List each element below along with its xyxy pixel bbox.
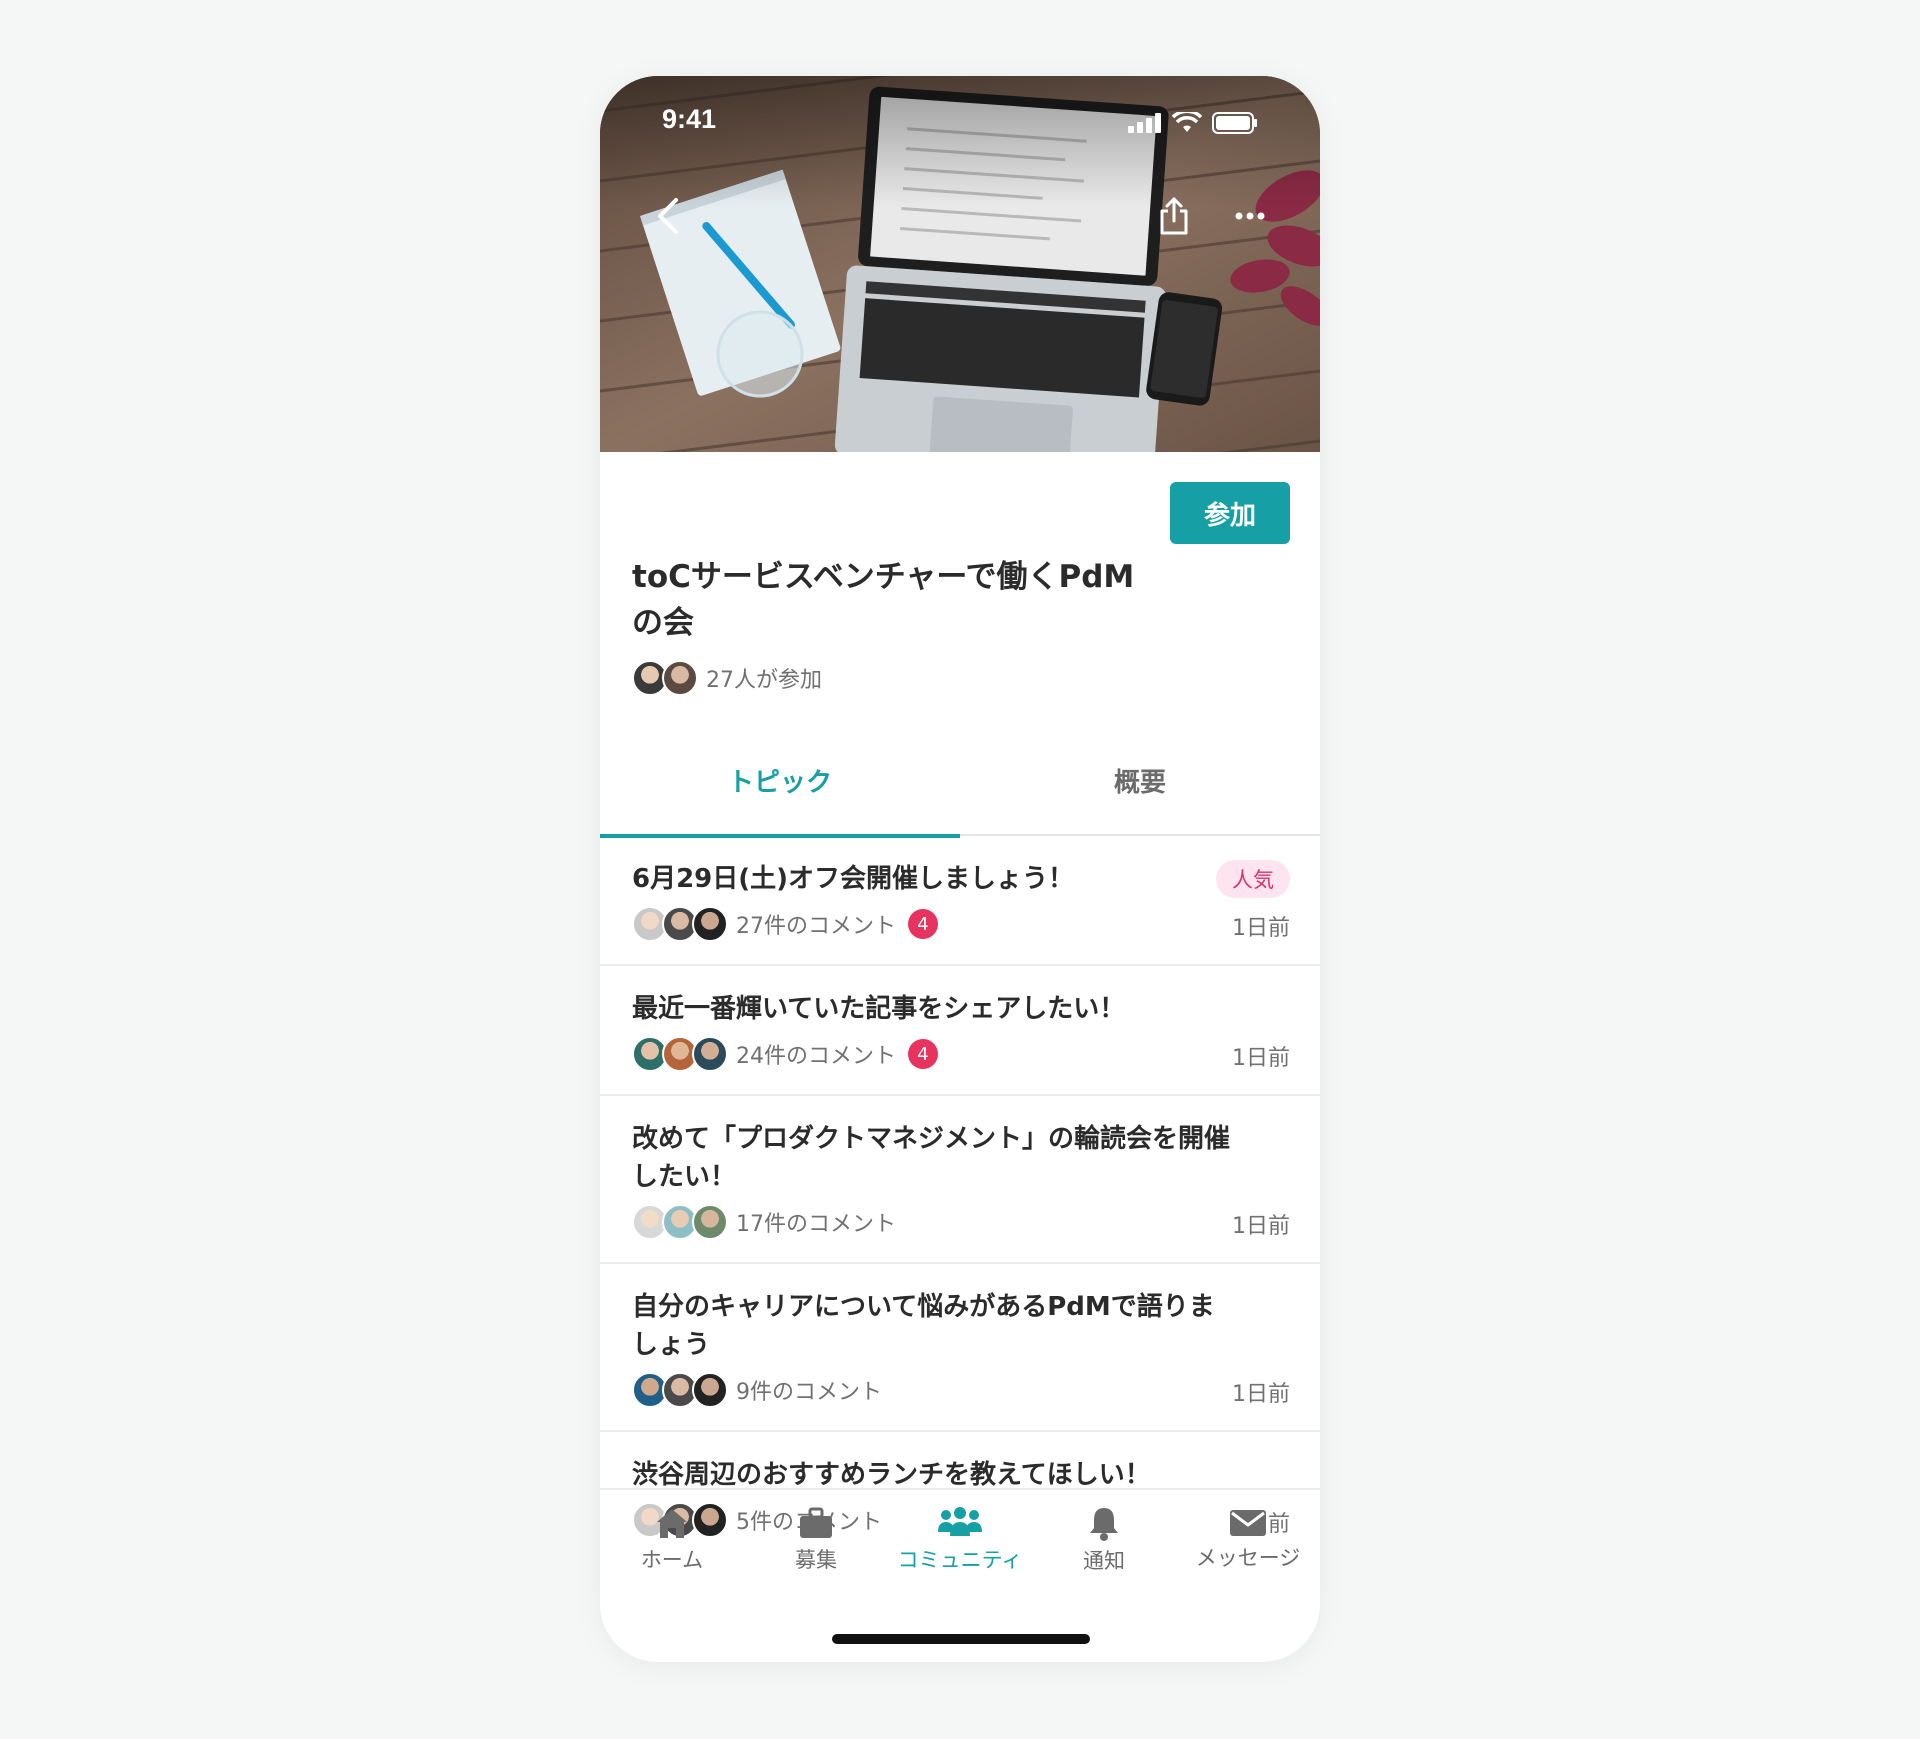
nav-label: 募集 (795, 1548, 837, 1572)
member-summary: 27人が参加 (632, 658, 822, 698)
topic-item[interactable]: 改めて「プロダクトマネジメント」の輪読会を開催したい！ 17件のコメント 1日前 (600, 1096, 1320, 1264)
community-title: toCサービスベンチャーで働くPdMの会 (632, 559, 1135, 641)
avatar (692, 906, 728, 942)
topic-item[interactable]: 最近一番輝いていた記事をシェアしたい！ 24件のコメント 4 1日前 (600, 966, 1320, 1096)
avatar (692, 1036, 728, 1072)
phone-frame: 9:41 toCサービスベンチャーで働くPdMの会 参加 27人が参加 トピック… (600, 76, 1320, 1662)
bell-icon (1090, 1508, 1118, 1541)
avatar (692, 1372, 728, 1408)
nav-messages[interactable]: メッセージ (1176, 1490, 1320, 1590)
tab-overview[interactable]: 概要 (960, 726, 1320, 834)
comment-count: 17件のコメント (736, 1212, 896, 1237)
briefcase-icon (800, 1507, 832, 1538)
topic-item[interactable]: 6月29日(土)オフ会開催しましょう！ 人気 27件のコメント 4 1日前 (600, 836, 1320, 966)
popular-tag: 人気 (1216, 860, 1290, 898)
member-avatars (632, 660, 698, 696)
nav-notifications[interactable]: 通知 (1032, 1490, 1176, 1590)
nav-home[interactable]: ホーム (600, 1490, 744, 1590)
nav-label: コミュニティ (897, 1548, 1023, 1572)
bottom-navigation: ホーム 募集 コミュニティ 通知 メッセージ (600, 1488, 1320, 1588)
comment-count: 9件のコメント (736, 1380, 882, 1405)
unread-badge: 4 (908, 1039, 938, 1069)
tab-bar: トピック 概要 (600, 726, 1320, 838)
topic-item[interactable]: 自分のキャリアについて悩みがあるPdMで語りましょう 9件のコメント 1日前 (600, 1264, 1320, 1432)
topic-time: 1日前 (1232, 1214, 1290, 1239)
nav-label: 通知 (1083, 1549, 1125, 1573)
commenter-avatars (632, 1372, 728, 1408)
topic-title: 改めて「プロダクトマネジメント」の輪読会を開催したい！ (632, 1124, 1231, 1192)
member-count: 27人が参加 (706, 668, 822, 693)
nav-label: ホーム (640, 1548, 704, 1572)
topic-title: 最近一番輝いていた記事をシェアしたい！ (632, 994, 1126, 1024)
commenter-avatars (632, 1204, 728, 1240)
nav-label: メッセージ (1195, 1546, 1301, 1570)
topic-time: 1日前 (1232, 916, 1290, 941)
topic-time: 1日前 (1232, 1046, 1290, 1071)
commenter-avatars (632, 906, 728, 942)
tab-topics[interactable]: トピック (600, 726, 960, 838)
unread-badge: 4 (908, 909, 938, 939)
community-header (600, 76, 1320, 336)
community-icon (938, 1507, 982, 1536)
comment-count: 24件のコメント (736, 1044, 896, 1069)
topic-time: 1日前 (1232, 1382, 1290, 1407)
avatar (692, 1204, 728, 1240)
mail-icon (1230, 1510, 1266, 1536)
commenter-avatars (632, 1036, 728, 1072)
nav-recruit[interactable]: 募集 (744, 1490, 888, 1590)
topic-meta: 27件のコメント 4 (632, 906, 938, 942)
join-button[interactable]: 参加 (1170, 482, 1290, 544)
home-indicator[interactable] (832, 1634, 1090, 1644)
topic-list: 6月29日(土)オフ会開催しましょう！ 人気 27件のコメント 4 1日前 最近… (600, 836, 1320, 1562)
home-icon (657, 1509, 687, 1538)
topic-title: 6月29日(土)オフ会開催しましょう！ (632, 864, 1075, 894)
topic-meta: 24件のコメント 4 (632, 1036, 938, 1072)
nav-community[interactable]: コミュニティ (888, 1490, 1032, 1590)
avatar (662, 660, 698, 696)
topic-meta: 17件のコメント (632, 1204, 896, 1240)
comment-count: 27件のコメント (736, 914, 896, 939)
topic-title: 自分のキャリアについて悩みがあるPdMで語りましょう (632, 1292, 1215, 1360)
topic-meta: 9件のコメント (632, 1372, 882, 1408)
